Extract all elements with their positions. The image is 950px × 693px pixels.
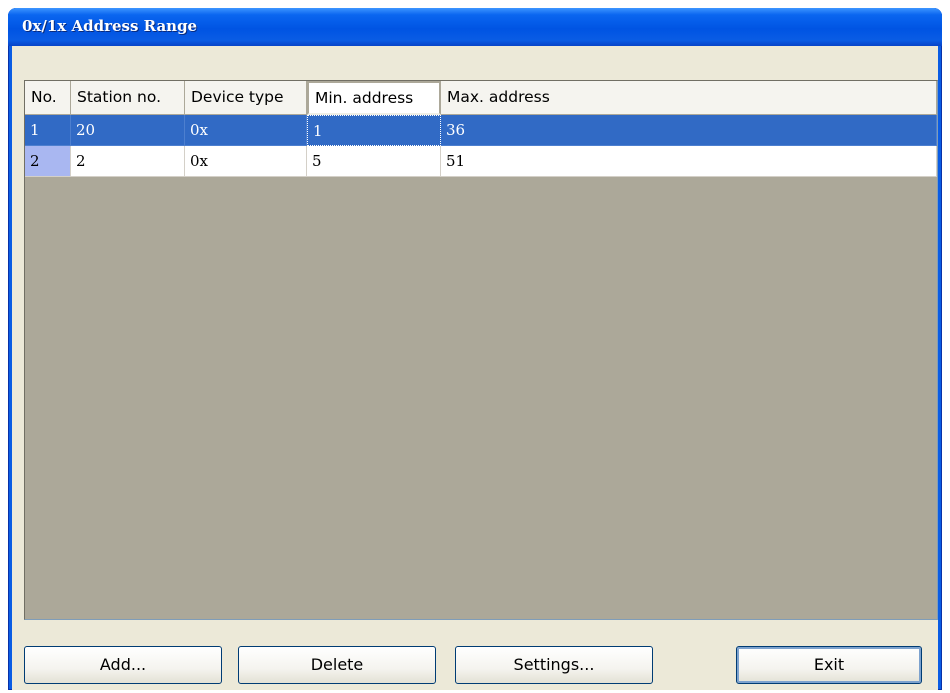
address-range-table[interactable]: No. Station no. Device type Min. address…: [24, 80, 938, 620]
dialog-window: 0x/1x Address Range No. Station no. Devi…: [8, 8, 942, 690]
cell-no[interactable]: 1: [25, 115, 71, 146]
exit-button[interactable]: Exit: [736, 646, 922, 684]
settings-button[interactable]: Settings...: [455, 646, 653, 684]
cell-station-no[interactable]: 20: [71, 115, 185, 146]
add-button[interactable]: Add...: [24, 646, 222, 684]
column-header-max-address[interactable]: Max. address: [441, 81, 937, 115]
column-header-no[interactable]: No.: [25, 81, 71, 115]
cell-station-no[interactable]: 2: [71, 146, 185, 177]
cell-max-address[interactable]: 51: [441, 146, 937, 177]
delete-button[interactable]: Delete: [238, 646, 436, 684]
cell-device-type[interactable]: 0x: [185, 115, 307, 146]
dialog-body: No. Station no. Device type Min. address…: [12, 46, 938, 690]
cell-min-address[interactable]: 5: [307, 146, 441, 177]
title-bar[interactable]: 0x/1x Address Range: [8, 8, 942, 46]
cell-min-address[interactable]: 1: [307, 115, 441, 146]
column-header-min-address[interactable]: Min. address: [307, 81, 441, 115]
cell-device-type[interactable]: 0x: [185, 146, 307, 177]
cell-max-address[interactable]: 36: [441, 115, 937, 146]
column-header-device-type[interactable]: Device type: [185, 81, 307, 115]
window-title: 0x/1x Address Range: [22, 17, 198, 35]
column-header-station-no[interactable]: Station no.: [71, 81, 185, 115]
cell-no[interactable]: 2: [25, 146, 71, 177]
